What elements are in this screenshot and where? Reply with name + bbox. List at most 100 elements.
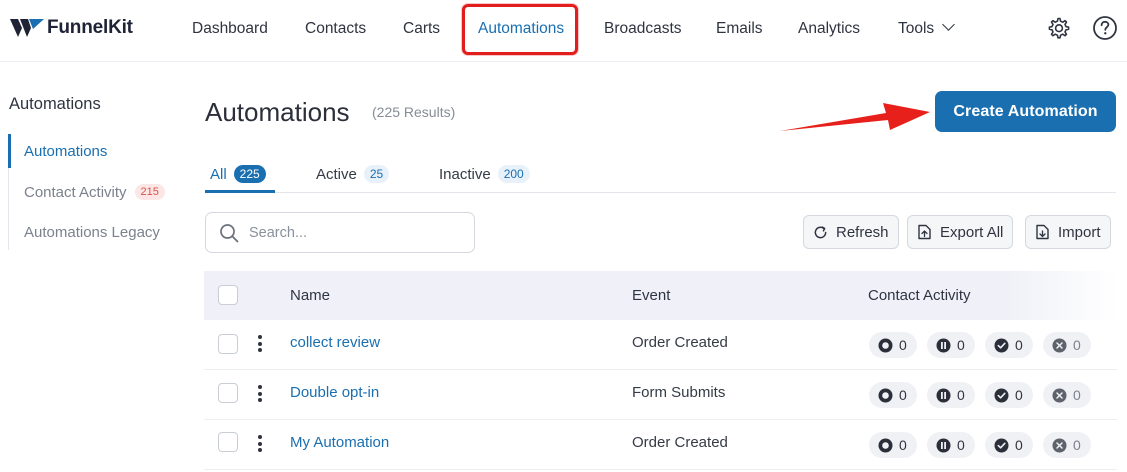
- nav-broadcasts[interactable]: Broadcasts: [604, 19, 682, 39]
- activity-failed-chip[interactable]: 0: [1043, 382, 1091, 408]
- tab-inactive[interactable]: Inactive 200: [439, 165, 530, 183]
- sidebar-item-label: Automations: [24, 143, 108, 160]
- activity-completed-chip[interactable]: 0: [985, 332, 1033, 358]
- tab-label: All: [210, 165, 227, 183]
- automation-name-link[interactable]: My Automation: [290, 434, 389, 451]
- activity-active-chip[interactable]: 0: [869, 432, 917, 458]
- failed-icon: [1052, 388, 1067, 402]
- tab-count: 225: [233, 165, 266, 183]
- logo-text: FunnelKit: [47, 17, 133, 38]
- sidebar-item-automations[interactable]: Automations: [24, 143, 107, 160]
- tab-count: 25: [363, 165, 390, 183]
- nav-dashboard[interactable]: Dashboard: [192, 19, 268, 39]
- activity-count: 0: [899, 337, 907, 353]
- sidebar-item-automations-legacy[interactable]: Automations Legacy: [24, 224, 160, 241]
- gear-icon[interactable]: [1045, 15, 1071, 41]
- tab-count: 200: [497, 165, 530, 183]
- automation-event: Order Created: [632, 334, 728, 351]
- search-box[interactable]: [205, 212, 475, 253]
- column-contact-activity: Contact Activity: [868, 287, 971, 304]
- failed-icon: [1052, 438, 1067, 452]
- tab-active[interactable]: Active 25: [316, 165, 390, 183]
- red-arrow-annotation: [780, 103, 930, 131]
- table-row[interactable]: collect review Order Created 0 0 0 0: [204, 320, 1117, 370]
- page-title: Automations: [205, 97, 350, 127]
- activity-count: 0: [957, 387, 965, 403]
- import-button[interactable]: Import: [1025, 215, 1111, 249]
- top-navigation: FunnelKit Dashboard Contacts Carts Autom…: [0, 0, 1127, 62]
- sidebar-item-label: Contact Activity: [24, 184, 127, 201]
- paused-icon: [936, 388, 951, 402]
- tab-label: Active: [316, 165, 357, 183]
- export-label: Export All: [940, 223, 1004, 241]
- tabs-divider: [205, 192, 1116, 193]
- activity-count: 0: [957, 337, 965, 353]
- search-input[interactable]: [249, 224, 449, 241]
- active-icon: [878, 438, 893, 452]
- search-icon: [220, 223, 239, 242]
- row-checkbox[interactable]: [218, 383, 238, 403]
- completed-icon: [994, 438, 1009, 452]
- create-automation-button[interactable]: Create Automation: [935, 91, 1116, 132]
- row-checkbox[interactable]: [218, 334, 238, 354]
- column-event[interactable]: Event: [632, 287, 670, 304]
- select-all-checkbox[interactable]: [218, 285, 238, 305]
- funnelkit-logo-icon: [10, 19, 44, 37]
- automation-name-link[interactable]: Double opt-in: [290, 384, 379, 401]
- tab-label: Inactive: [439, 165, 491, 183]
- activity-active-chip[interactable]: 0: [869, 332, 917, 358]
- refresh-label: Refresh: [836, 223, 889, 241]
- sidebar-nav: Automations Contact Activity 215 Automati…: [8, 134, 180, 250]
- activity-failed-chip[interactable]: 0: [1043, 332, 1091, 358]
- funnelkit-logo[interactable]: FunnelKit: [9, 15, 133, 41]
- activity-failed-chip[interactable]: 0: [1043, 432, 1091, 458]
- activity-completed-chip[interactable]: 0: [985, 432, 1033, 458]
- paused-icon: [936, 338, 951, 352]
- row-checkbox[interactable]: [218, 432, 238, 452]
- more-options-icon[interactable]: [257, 335, 263, 353]
- table-row[interactable]: My Automation Order Created 0 0 0 0: [204, 420, 1117, 470]
- sidebar-title: Automations: [9, 95, 101, 113]
- activity-count: 0: [899, 437, 907, 453]
- chevron-down-icon: [942, 18, 956, 31]
- activity-paused-chip[interactable]: 0: [927, 382, 975, 408]
- activity-count: 0: [957, 437, 965, 453]
- refresh-icon: [814, 225, 827, 238]
- activity-count: 0: [899, 387, 907, 403]
- column-name[interactable]: Name: [290, 287, 330, 304]
- activity-count: 0: [1015, 337, 1023, 353]
- export-file-icon: [918, 224, 931, 240]
- activity-paused-chip[interactable]: 0: [927, 432, 975, 458]
- automation-name-link[interactable]: collect review: [290, 334, 380, 351]
- activity-count: 0: [1015, 437, 1023, 453]
- automation-event: Form Submits: [632, 384, 726, 401]
- more-options-icon[interactable]: [257, 385, 263, 403]
- import-label: Import: [1058, 223, 1101, 241]
- completed-icon: [994, 338, 1009, 352]
- more-options-icon[interactable]: [257, 435, 263, 453]
- export-all-button[interactable]: Export All: [907, 215, 1014, 249]
- nav-contacts[interactable]: Contacts: [305, 19, 366, 39]
- activity-count: 0: [1073, 337, 1081, 353]
- contact-activity-badge: 215: [134, 184, 165, 200]
- tab-all[interactable]: All 225: [210, 165, 266, 183]
- nav-emails[interactable]: Emails: [716, 19, 763, 39]
- failed-icon: [1052, 338, 1067, 352]
- activity-paused-chip[interactable]: 0: [927, 332, 975, 358]
- import-file-icon: [1036, 224, 1049, 240]
- activity-completed-chip[interactable]: 0: [985, 382, 1033, 408]
- nav-analytics[interactable]: Analytics: [798, 19, 860, 39]
- table-row[interactable]: Double opt-in Form Submits 0 0 0 0: [204, 370, 1117, 420]
- nav-tools-label: Tools: [898, 20, 935, 37]
- nav-automations-highlight: [462, 4, 578, 55]
- nav-carts[interactable]: Carts: [403, 19, 440, 39]
- refresh-button[interactable]: Refresh: [803, 215, 899, 249]
- active-icon: [878, 338, 893, 352]
- help-icon[interactable]: [1092, 15, 1118, 41]
- nav-tools[interactable]: Tools: [898, 18, 956, 39]
- activity-active-chip[interactable]: 0: [869, 382, 917, 408]
- sidebar-active-indicator: [8, 134, 11, 168]
- automation-event: Order Created: [632, 434, 728, 451]
- sidebar-item-contact-activity[interactable]: Contact Activity 215: [24, 184, 165, 202]
- activity-count: 0: [1073, 387, 1081, 403]
